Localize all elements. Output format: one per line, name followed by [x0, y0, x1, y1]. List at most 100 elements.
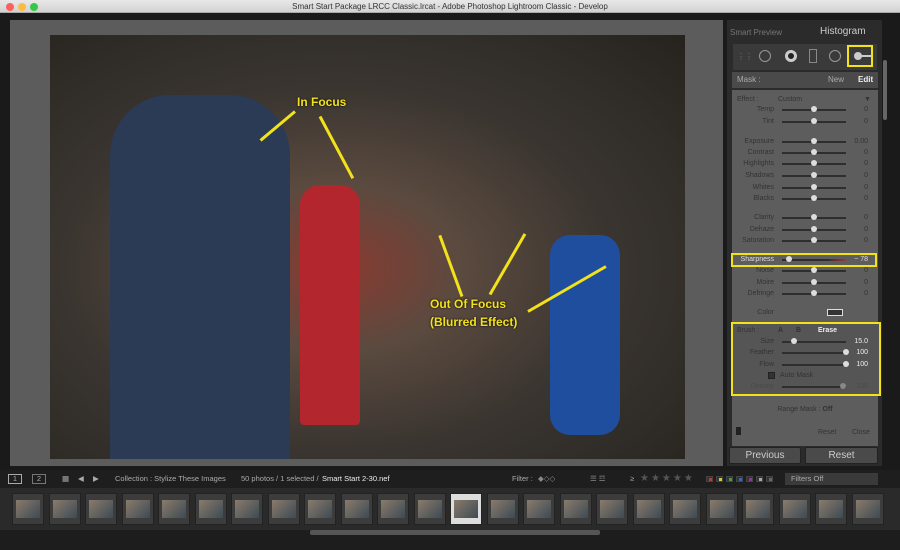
- graduated-filter-icon[interactable]: [809, 49, 817, 63]
- filmstrip-thumbnail[interactable]: [851, 493, 884, 525]
- brush-label: Brush :: [737, 327, 760, 334]
- brush-a-tab[interactable]: A: [778, 325, 783, 336]
- grid-overlay-icon[interactable]: ⋮⋮: [737, 52, 753, 61]
- annotation-out-of-focus: Out Of Focus: [430, 297, 506, 311]
- defringe-slider[interactable]: [811, 290, 817, 296]
- filmstrip-thumbnail[interactable]: [742, 493, 774, 525]
- adjustment-brush-icon[interactable]: [847, 45, 873, 67]
- auto-mask-label: Auto Mask: [780, 372, 814, 379]
- close-link[interactable]: Close: [852, 427, 870, 438]
- reset-link[interactable]: Reset: [818, 427, 836, 438]
- highlights-slider[interactable]: [811, 160, 817, 166]
- color-label-swatch[interactable]: [766, 476, 773, 482]
- filmstrip-thumbnail[interactable]: [486, 493, 519, 525]
- brush-b-tab[interactable]: B: [796, 325, 801, 336]
- back-arrow-icon[interactable]: ◀: [78, 470, 84, 488]
- filmstrip-thumbnail[interactable]: [231, 493, 263, 525]
- saturation-slider[interactable]: [811, 237, 817, 243]
- selected-filename[interactable]: Smart Start 2-30.nef: [322, 470, 390, 488]
- filmstrip-thumbnail[interactable]: [194, 493, 227, 525]
- color-label-swatch[interactable]: [756, 476, 763, 482]
- filmstrip-thumbnail[interactable]: [340, 493, 373, 525]
- filmstrip-thumbnail[interactable]: [815, 493, 847, 525]
- filmstrip-thumbnail[interactable]: [596, 493, 628, 525]
- brush-flow-track[interactable]: [782, 364, 846, 366]
- photo-image[interactable]: In Focus Out Of Focus (Blurred Effect): [50, 35, 685, 459]
- photo-canvas[interactable]: In Focus Out Of Focus (Blurred Effect): [10, 20, 723, 466]
- clarity-slider[interactable]: [811, 214, 817, 220]
- exposure-slider-row: Exposure 0.00: [732, 136, 878, 147]
- filters-off-dropdown[interactable]: Filters Off: [785, 473, 878, 485]
- color-label-swatch[interactable]: [736, 476, 743, 482]
- brush-feather-value: 100: [856, 349, 868, 356]
- filmstrip-thumbnail[interactable]: [669, 493, 701, 525]
- brush-feather-track[interactable]: [782, 352, 846, 354]
- flag-filter-icons[interactable]: ◆◇◇: [538, 470, 555, 488]
- shadows-slider[interactable]: [811, 172, 817, 178]
- filmstrip-thumbnail[interactable]: [377, 493, 409, 525]
- zoom-window-button[interactable]: [30, 3, 38, 11]
- primary-display-button[interactable]: 1: [8, 474, 22, 484]
- filter-label: Filter :: [512, 474, 533, 483]
- temp-slider[interactable]: [811, 106, 817, 112]
- filmstrip-thumbnail[interactable]: [778, 493, 811, 525]
- minimize-window-button[interactable]: [18, 3, 26, 11]
- mask-edit-button[interactable]: Edit: [858, 75, 873, 84]
- tint-slider[interactable]: [811, 118, 817, 124]
- spot-removal-icon[interactable]: [759, 50, 771, 62]
- reset-button[interactable]: Reset: [805, 447, 878, 464]
- whites-slider[interactable]: [811, 184, 817, 190]
- panel-scrollbar[interactable]: [883, 60, 887, 120]
- tint-slider-row: Tint 0: [732, 116, 878, 127]
- title-bar: Smart Start Package LRCC Classic.lrcat -…: [0, 0, 900, 13]
- rating-operator[interactable]: ≥: [630, 470, 634, 488]
- color-swatch[interactable]: [827, 309, 843, 316]
- filmstrip-thumbnail[interactable]: [450, 493, 482, 525]
- star-rating-filter[interactable]: ★★★★★: [640, 470, 695, 488]
- filmstrip-thumbnail[interactable]: [632, 493, 665, 525]
- filmstrip-thumbnail[interactable]: [12, 493, 44, 525]
- color-label-swatch[interactable]: [706, 476, 713, 482]
- filmstrip-thumbnail[interactable]: [523, 493, 555, 525]
- contrast-slider[interactable]: [811, 149, 817, 155]
- secondary-display-button[interactable]: 2: [32, 474, 46, 484]
- grid-view-icon[interactable]: ▦: [62, 470, 69, 488]
- range-mask-row[interactable]: Range Mask : Off: [732, 404, 878, 415]
- auto-mask-checkbox[interactable]: [768, 372, 775, 379]
- edit-filter-icons[interactable]: ☰ ☲: [590, 470, 606, 488]
- toggle-switch-icon[interactable]: [736, 427, 741, 435]
- filmstrip-thumbnail[interactable]: [413, 493, 446, 525]
- histogram-header[interactable]: Histogram: [820, 26, 866, 37]
- dehaze-slider[interactable]: [811, 226, 817, 232]
- filmstrip-thumbnail[interactable]: [705, 493, 738, 525]
- close-window-button[interactable]: [6, 3, 14, 11]
- filmstrip-thumbnail[interactable]: [304, 493, 336, 525]
- radial-filter-icon[interactable]: [829, 50, 841, 62]
- filmstrip-thumbnail[interactable]: [85, 493, 117, 525]
- color-label-swatch[interactable]: [746, 476, 753, 482]
- filmstrip-thumbnail[interactable]: [267, 493, 300, 525]
- forward-arrow-icon[interactable]: ▶: [93, 470, 99, 488]
- range-mask-dropdown[interactable]: Off: [823, 406, 833, 413]
- filmstrip[interactable]: [0, 488, 900, 530]
- noise-slider[interactable]: [811, 267, 817, 273]
- clarity-slider-row: Clarity 0: [732, 212, 878, 223]
- filmstrip-thumbnail[interactable]: [48, 493, 81, 525]
- filmstrip-thumbnail[interactable]: [121, 493, 154, 525]
- filmstrip-toolbar: 1 2 ▦ ◀ ▶ Collection : Stylize These Ima…: [0, 470, 900, 488]
- blacks-slider[interactable]: [811, 195, 817, 201]
- color-label-swatch[interactable]: [726, 476, 733, 482]
- filmstrip-thumbnail[interactable]: [559, 493, 592, 525]
- mask-new-button[interactable]: New: [828, 75, 844, 84]
- moire-slider[interactable]: [811, 279, 817, 285]
- previous-button[interactable]: Previous: [729, 447, 801, 464]
- brush-erase-tab[interactable]: Erase: [818, 325, 837, 336]
- clarity-value: 0: [864, 214, 868, 221]
- brush-size-slider[interactable]: [790, 338, 797, 344]
- color-label-swatch[interactable]: [716, 476, 723, 482]
- filmstrip-scrollbar[interactable]: [310, 530, 600, 535]
- exposure-slider[interactable]: [811, 138, 817, 144]
- red-eye-icon[interactable]: [785, 50, 797, 62]
- collection-source[interactable]: Collection : Stylize These Images: [115, 470, 226, 488]
- filmstrip-thumbnail[interactable]: [158, 493, 190, 525]
